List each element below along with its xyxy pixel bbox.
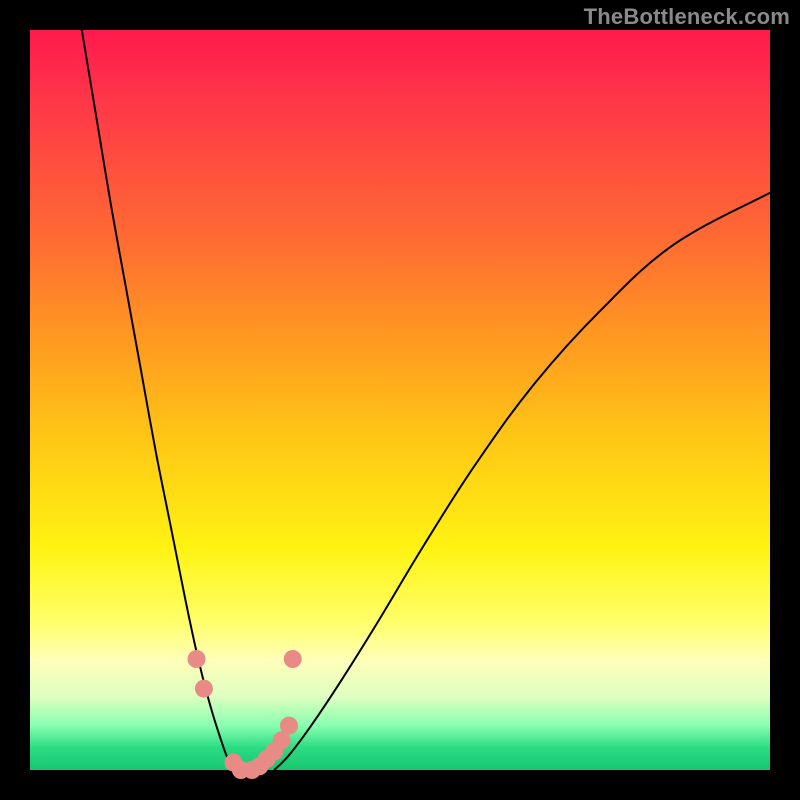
data-marker [280,717,298,735]
curve-left-branch [82,30,241,770]
watermark-text: TheBottleneck.com [584,4,790,30]
chart-svg [30,30,770,770]
data-marker [188,650,206,668]
data-marker [284,650,302,668]
curve-right-branch [274,193,770,770]
data-marker [195,680,213,698]
chart-frame: TheBottleneck.com [0,0,800,800]
